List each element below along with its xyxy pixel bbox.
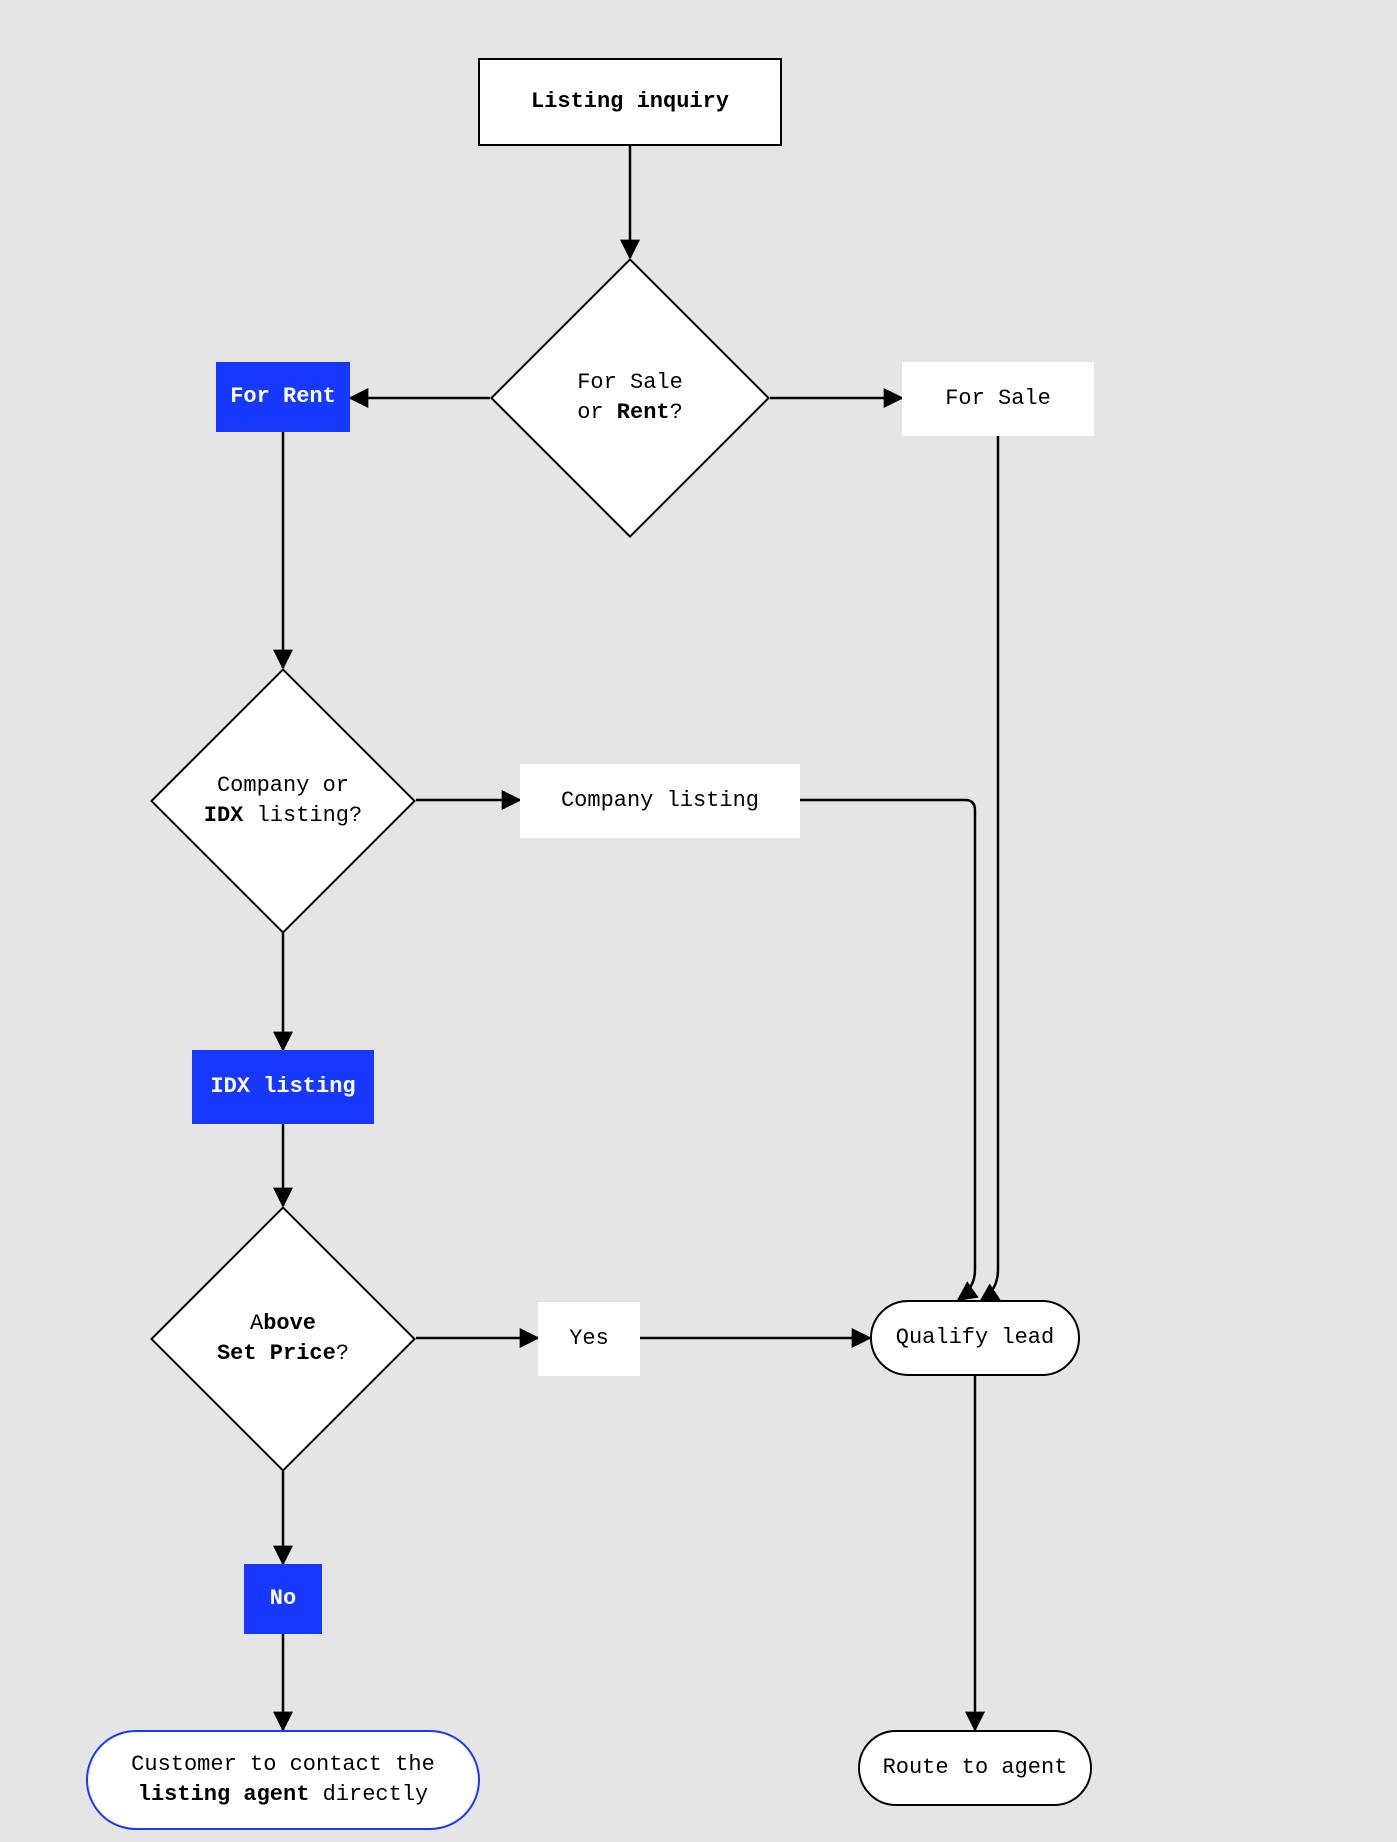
branch-company-listing-label: Company listing <box>561 786 759 816</box>
node-qualify-lead-label: Qualify lead <box>896 1323 1054 1353</box>
branch-idx-listing: IDX listing <box>192 1050 374 1124</box>
node-qualify-lead: Qualify lead <box>870 1300 1080 1376</box>
node-start: Listing inquiry <box>478 58 782 146</box>
node-start-label: Listing inquiry <box>531 87 729 117</box>
branch-for-rent-label: For Rent <box>230 382 336 412</box>
decision-company-or-idx: Company or IDX listing? <box>150 668 416 934</box>
decision-company-or-idx-label: Company or IDX listing? <box>204 771 362 830</box>
node-contact-listing-agent: Customer to contact the listing agent di… <box>86 1730 480 1830</box>
branch-for-sale: For Sale <box>902 362 1094 436</box>
node-route-to-agent: Route to agent <box>858 1730 1092 1806</box>
branch-no: No <box>244 1564 322 1634</box>
branch-for-sale-label: For Sale <box>945 384 1051 414</box>
decision-sale-or-rent: For Sale or Rent? <box>490 258 770 538</box>
branch-company-listing: Company listing <box>520 764 800 838</box>
decision-above-set-price: Above Set Price? <box>150 1206 416 1472</box>
branch-yes: Yes <box>538 1302 640 1376</box>
node-contact-listing-agent-label: Customer to contact the listing agent di… <box>131 1750 435 1809</box>
branch-yes-label: Yes <box>569 1324 609 1354</box>
branch-for-rent: For Rent <box>216 362 350 432</box>
node-route-to-agent-label: Route to agent <box>883 1753 1068 1783</box>
branch-idx-listing-label: IDX listing <box>210 1072 355 1102</box>
decision-above-set-price-label: Above Set Price? <box>217 1309 349 1368</box>
branch-no-label: No <box>270 1584 296 1614</box>
flowchart-canvas: Listing inquiry For Sale or Rent? For Re… <box>0 0 1397 1842</box>
decision-sale-or-rent-label: For Sale or Rent? <box>577 368 683 427</box>
